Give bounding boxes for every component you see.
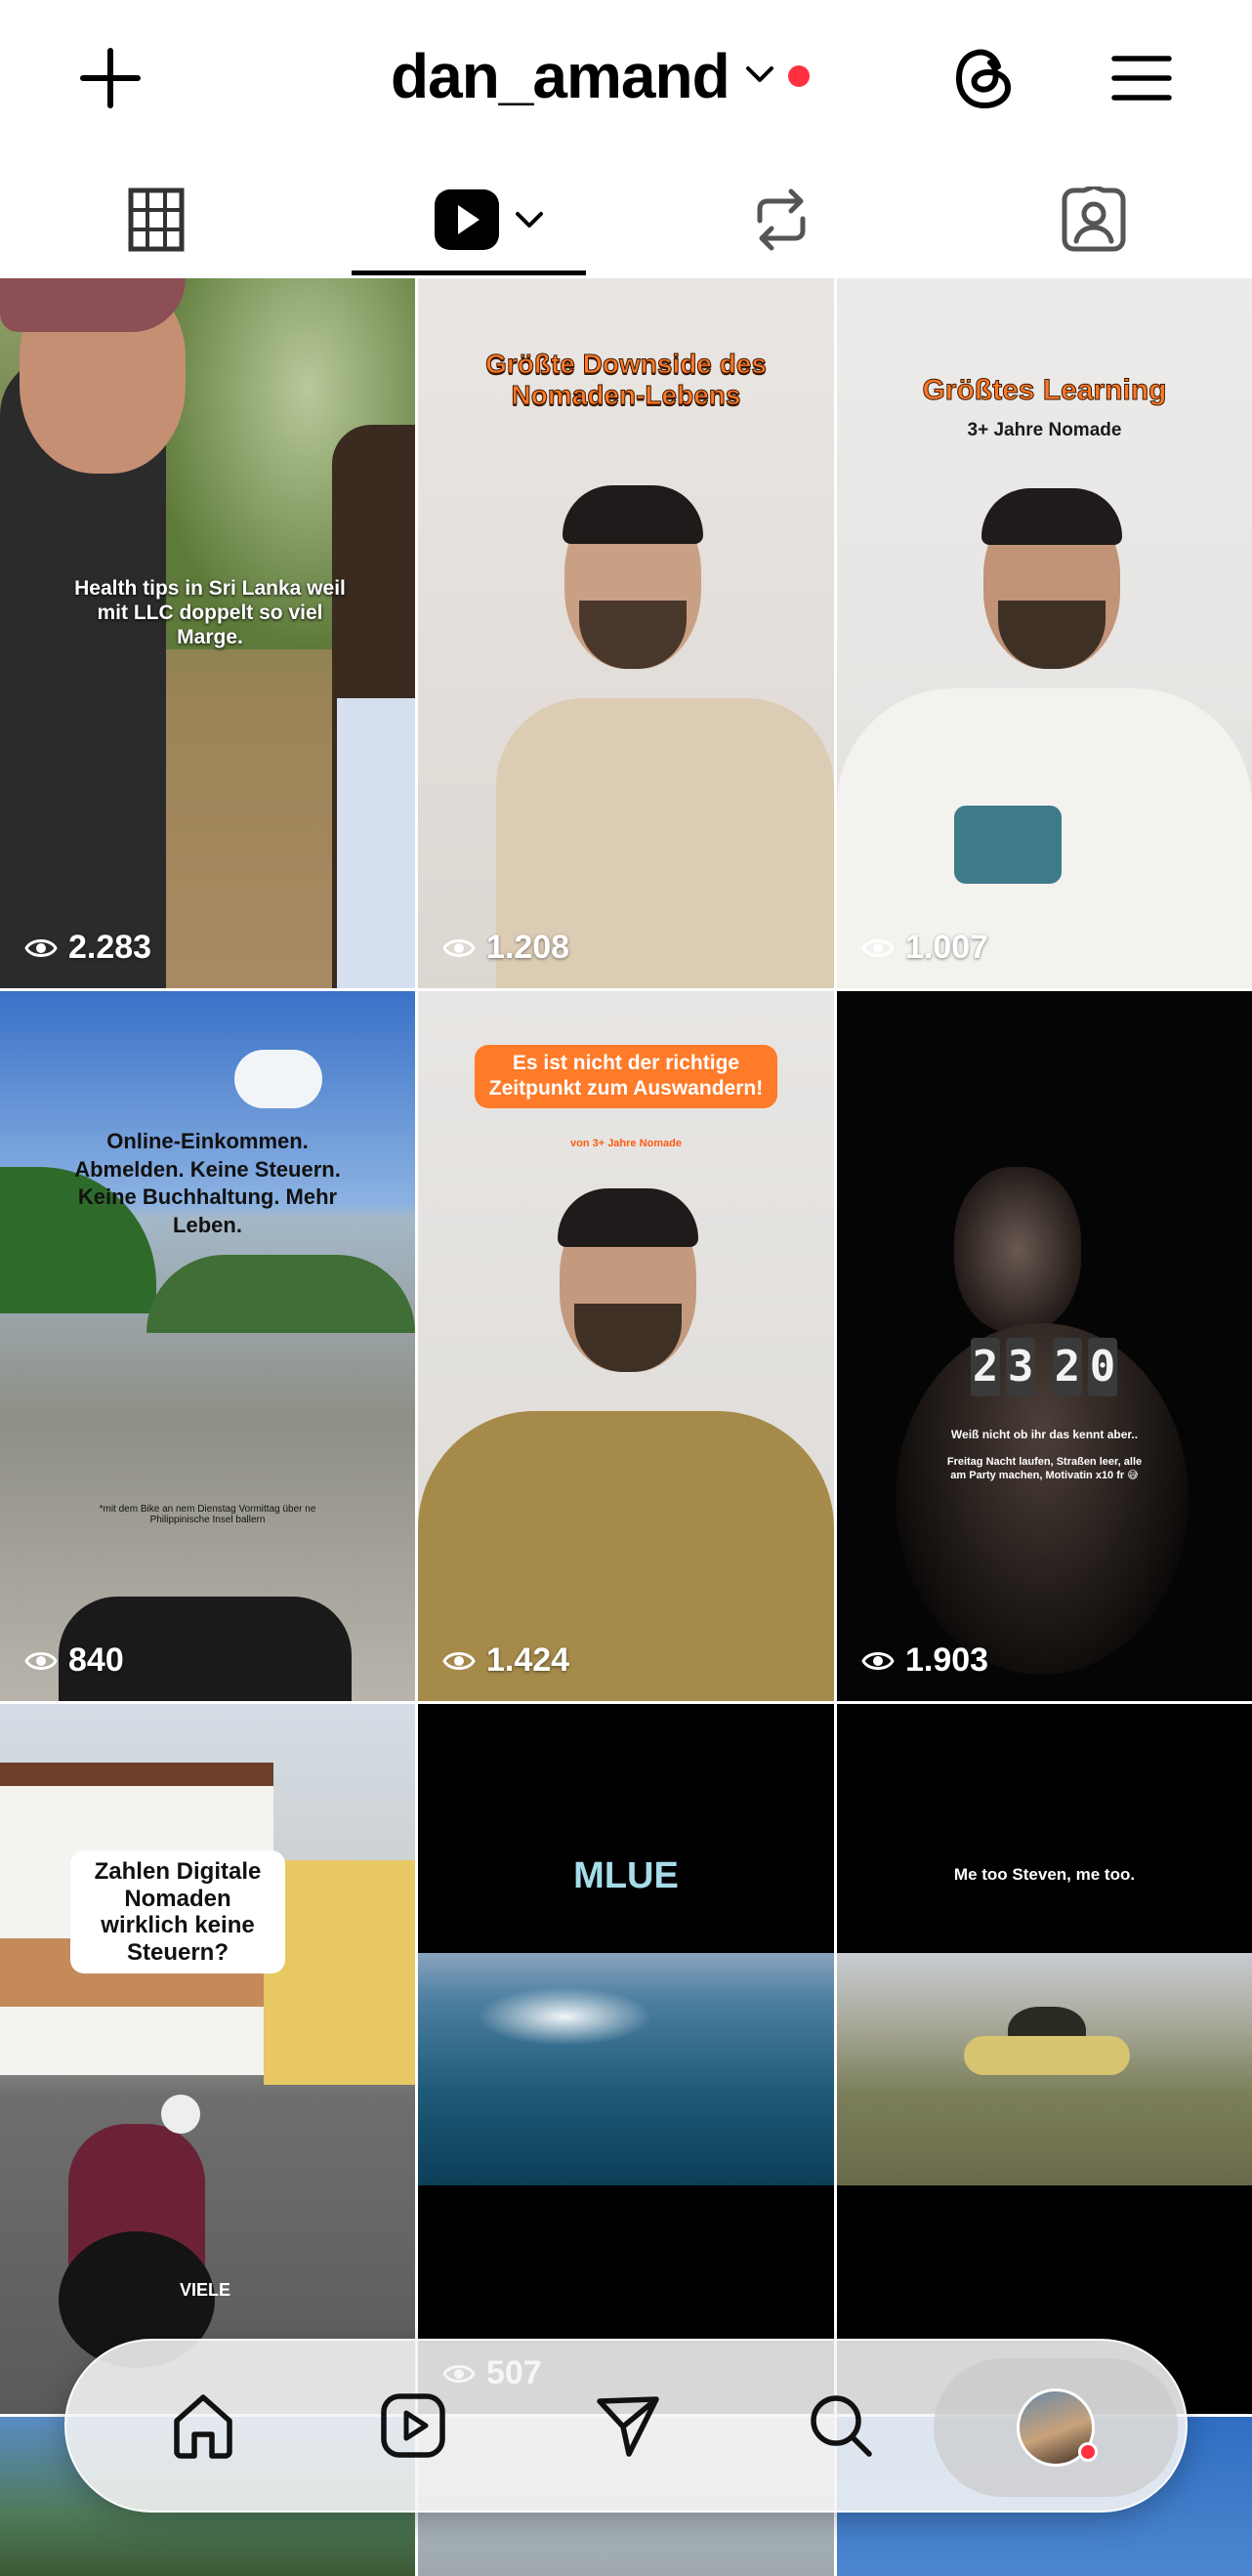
views-icon [861, 938, 895, 957]
view-count: 1.903 [860, 1641, 988, 1680]
views-icon [24, 1651, 58, 1670]
reel-subcaption: *mit dem Bike an nem Dienstag Vormittag … [99, 1504, 316, 1525]
account-switcher[interactable]: dan_amand [391, 37, 810, 115]
reel-caption: Weiß nicht ob ihr das kennt aber.. [950, 1428, 1139, 1441]
views-icon [24, 938, 58, 957]
reel-tile[interactable]: Es ist nicht der richtige Zeitpunkt zum … [418, 991, 834, 1701]
views-icon [442, 1651, 476, 1670]
send-icon [594, 2391, 662, 2465]
reel-caption: MLUE [573, 1855, 679, 1896]
tagged-icon [1061, 184, 1127, 258]
reel-tile[interactable]: Health tips in Sri Lanka weil mit LLC do… [0, 278, 415, 988]
grid-icon [128, 187, 185, 257]
clock-overlay: 2 3 2 0 [971, 1338, 1118, 1396]
views-icon [442, 938, 476, 957]
tab-tagged[interactable] [1035, 166, 1152, 278]
reel-subcaption: VIELE [179, 2280, 230, 2300]
view-count: 1.424 [441, 1641, 569, 1680]
tab-reels[interactable] [410, 166, 566, 278]
reel-caption: Größtes Learning [922, 374, 1167, 407]
reel-caption: Es ist nicht der richtige Zeitpunkt zum … [475, 1045, 777, 1108]
nav-search[interactable] [772, 2341, 909, 2514]
reel-subcaption: Freitag Nacht laufen, Straßen leer, alle… [946, 1456, 1143, 1482]
reel-tile[interactable]: Online-Einkommen. Abmelden. Keine Steuer… [0, 991, 415, 1701]
reel-tile[interactable]: Me too Steven, me too. [837, 1704, 1252, 2414]
reel-caption: Health tips in Sri Lanka weil mit LLC do… [74, 577, 346, 649]
nav-messages[interactable] [560, 2341, 696, 2514]
chevron-down-icon[interactable] [745, 64, 774, 89]
view-count: 2.283 [23, 929, 151, 967]
reel-subcaption: 3+ Jahre Nomade [967, 420, 1122, 440]
tab-grid[interactable] [98, 166, 215, 278]
reel-tile[interactable]: Größte Downside des Nomaden-Lebens 1.208 [418, 278, 834, 988]
notification-dot [1078, 2442, 1098, 2462]
home-icon [169, 2391, 237, 2465]
profile-header: dan_amand [0, 0, 1252, 156]
chevron-down-icon[interactable] [515, 211, 544, 233]
profile-avatar [1017, 2389, 1098, 2467]
search-icon [807, 2391, 875, 2465]
plus-icon[interactable] [76, 44, 145, 112]
reel-caption: Zahlen Digitale Nomaden wirklich keine S… [70, 1850, 285, 1974]
reel-tile[interactable]: MLUE 507 [418, 1704, 834, 2414]
reel-subcaption: von 3+ Jahre Nomade [569, 1138, 683, 1149]
view-count: 840 [23, 1641, 124, 1680]
reel-caption: Online-Einkommen. Abmelden. Keine Steuer… [74, 1129, 341, 1237]
reel-caption: Me too Steven, me too. [953, 1865, 1136, 1884]
threads-icon[interactable] [947, 41, 1022, 115]
reel-tile[interactable]: Größtes Learning 3+ Jahre Nomade 1.007 [837, 278, 1252, 988]
reel-tile[interactable]: Zahlen Digitale Nomaden wirklich keine S… [0, 1704, 415, 2414]
nav-home[interactable] [135, 2341, 271, 2514]
reel-tile[interactable]: 2 3 2 0 Weiß nicht ob ihr das kennt aber… [837, 991, 1252, 1701]
views-icon [861, 1651, 895, 1670]
active-tab-indicator [352, 270, 586, 275]
username[interactable]: dan_amand [391, 40, 730, 112]
reels-icon [433, 187, 501, 257]
reel-caption: Größte Downside des Nomaden-Lebens [485, 348, 768, 411]
view-count: 1.208 [441, 929, 569, 967]
tab-reposts[interactable] [723, 166, 840, 278]
reels-icon [379, 2391, 447, 2465]
nav-reels[interactable] [345, 2341, 481, 2514]
nav-profile[interactable] [987, 2341, 1124, 2514]
view-count: 1.007 [860, 929, 988, 967]
profile-tabs [0, 166, 1252, 278]
menu-icon[interactable] [1106, 44, 1177, 112]
bottom-nav-bar [64, 2339, 1188, 2513]
notification-dot [787, 65, 810, 87]
repost-icon [752, 187, 811, 257]
